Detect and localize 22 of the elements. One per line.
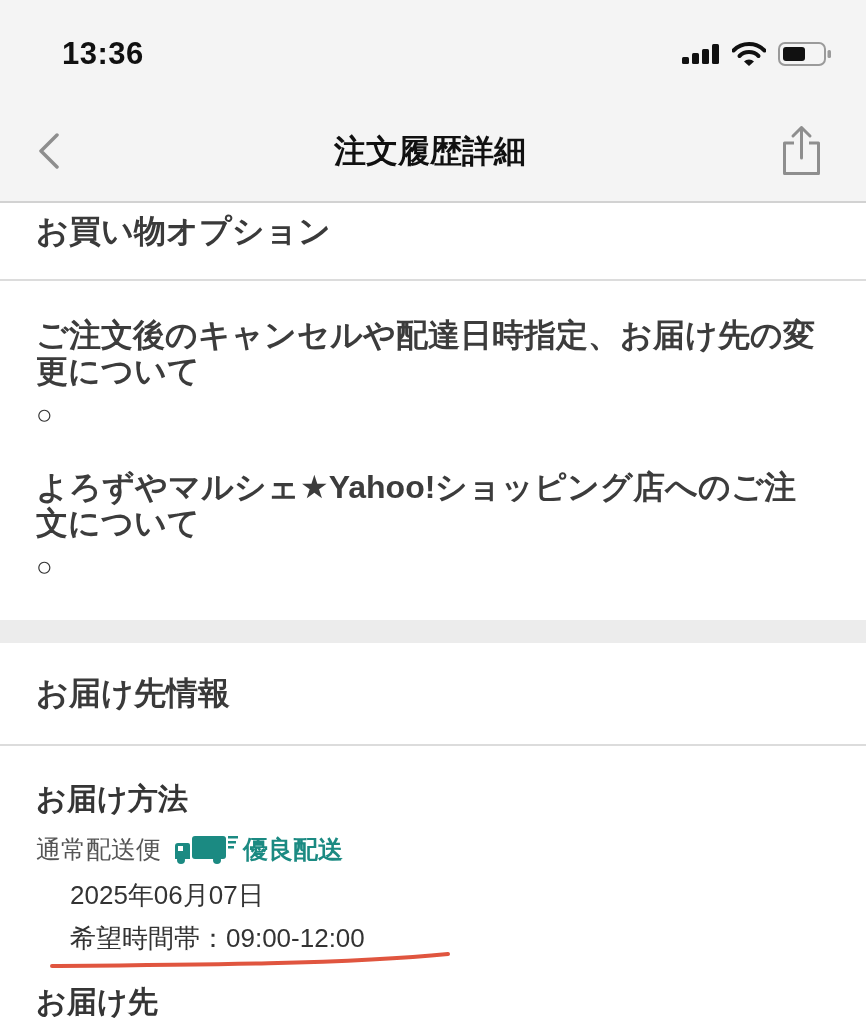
section-title: お届け先情報: [0, 643, 866, 746]
page-title: 注文履歴詳細: [334, 131, 526, 171]
delivery-rating-label: 優良配送: [243, 833, 343, 865]
option-answer: ○: [36, 398, 53, 432]
option-question: ご注文後のキャンセルや配達日時指定、お届け先の変更について: [36, 317, 816, 389]
share-icon: [781, 124, 822, 177]
truck-icon: [173, 833, 239, 865]
signal-icon: [682, 44, 720, 64]
delivery-date: 2025年06月07日: [70, 879, 264, 911]
option-question: よろずやマルシェ★Yahoo!ショッピング店へのご注文について: [36, 469, 798, 541]
section-title: お買い物オプション: [0, 203, 866, 281]
address-label: お届け先: [36, 984, 159, 1020]
wifi-icon: [732, 42, 766, 66]
battery-icon: [778, 42, 832, 66]
delivery-method-label: お届け方法: [36, 781, 189, 817]
chevron-left-icon: [38, 132, 59, 169]
back-button[interactable]: [38, 132, 59, 169]
shipping-service: 通常配送便: [36, 833, 161, 865]
option-answer: ○: [36, 550, 53, 584]
status-time: 13:36: [62, 36, 144, 72]
time-slot: 希望時間帯：09:00-12:00: [70, 922, 365, 954]
share-button[interactable]: [781, 124, 822, 177]
